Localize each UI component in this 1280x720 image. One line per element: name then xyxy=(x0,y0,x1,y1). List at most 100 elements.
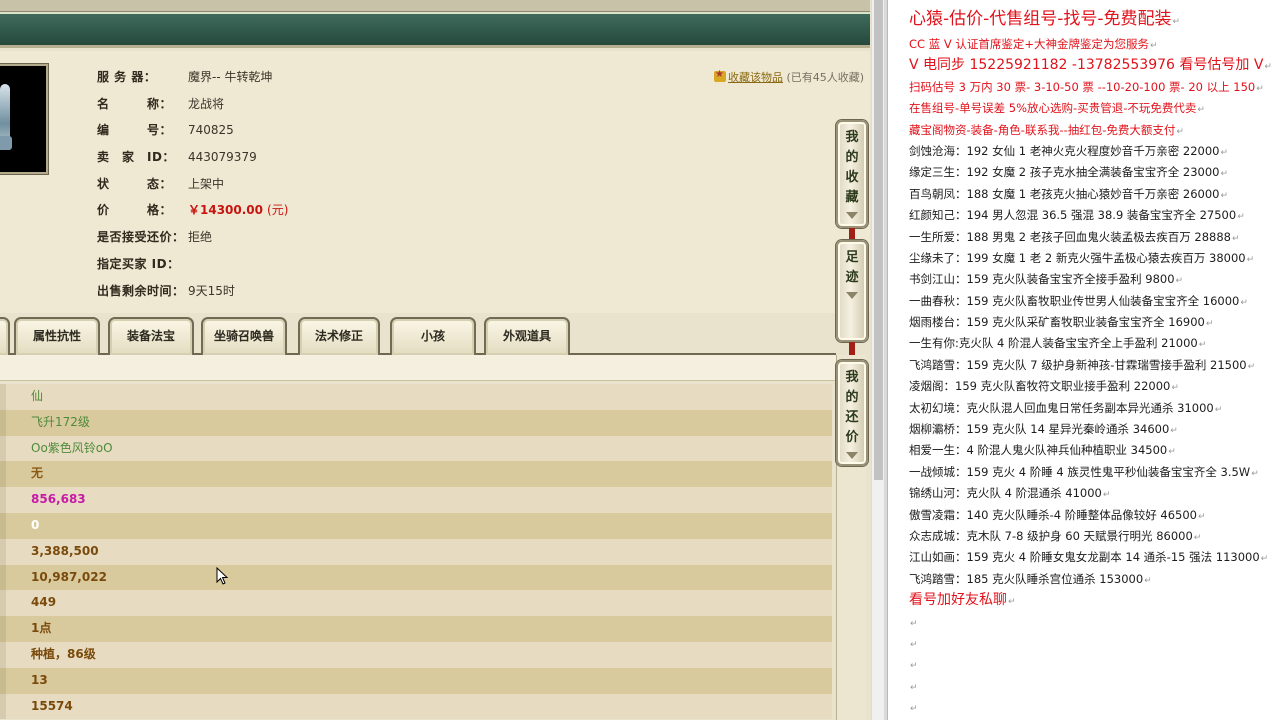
info-label: 价 格： xyxy=(97,203,173,217)
info-value: 魔界-- 牛转乾坤 xyxy=(188,69,272,85)
attribute-list: 仙飞升172级 Oo紫色风铃oO 无 856,683 0 3,388,500 10,987,… xyxy=(0,384,832,720)
note-text: 在售组号-单号误差 5%放心选购-买贵管退-不玩免费代卖 xyxy=(909,101,1197,116)
info-value-text: 443079379 xyxy=(188,150,257,164)
note-line: 缘定三生：192 女魔 2 孩子克水抽全满装备宝宝齐全 23000↵ xyxy=(909,162,1279,183)
attribute-value: 仙 xyxy=(31,389,44,403)
triangle-down-icon xyxy=(846,452,858,459)
page-scrollbar[interactable] xyxy=(871,0,884,720)
my-counter-offer-button[interactable]: 我的还价 xyxy=(836,360,868,466)
attribute-value: Oo紫色风铃oO xyxy=(31,440,113,455)
attribute-row: 3,388,500 xyxy=(0,538,832,565)
note-text: 书剑江山：159 克火队装备宝宝齐全接手盈利 9800 xyxy=(909,272,1175,287)
note-line: ↵ xyxy=(909,697,1279,718)
paragraph-mark-icon: ↵ xyxy=(1237,212,1245,223)
paragraph-mark-icon: ↵ xyxy=(1260,554,1269,565)
note-line: 剑蚀沧海：192 女仙 1 老神火克火程度妙音千万亲密 22000↵ xyxy=(909,141,1279,162)
note-line: 飞鸿踏雪：159 克火队 7 级护身新神孩-甘霖瑞雪接手盈利 21500↵ xyxy=(909,355,1279,376)
note-text: 飞鸿踏雪：159 克火队 7 级护身新神孩-甘霖瑞雪接手盈利 21500 xyxy=(909,357,1247,372)
paragraph-mark-icon: ↵ xyxy=(1193,532,1202,543)
button-connector xyxy=(849,228,855,240)
note-line: 凌烟阁：159 克火队畜牧符文职业接手盈利 22000↵ xyxy=(909,376,1279,397)
note-text: 烟雨楼台：159 克火队采矿畜牧职业装备宝宝齐全 16900 xyxy=(909,315,1205,330)
note-text: 一战倾城：159 克火 4 阶睡 4 族灵性鬼平秒仙装备宝宝齐全 3.5W xyxy=(909,464,1251,479)
attribute-value: 1点 xyxy=(31,621,52,636)
header-bar xyxy=(0,12,870,48)
note-text: 烟柳灞桥：159 克火队 14 星异光秦岭通杀 34600 xyxy=(909,422,1170,437)
side-button-char: 收 xyxy=(845,170,859,185)
paragraph-mark-icon: ↵ xyxy=(1251,468,1259,479)
note-text: 太初幻境：克火队混人回血鬼日常任务副本异光通杀 31000 xyxy=(909,400,1214,415)
note-text: 江山如画：159 克火 4 阶睡女鬼女龙副本 14 通杀-15 强法 11300… xyxy=(909,550,1260,565)
paragraph-mark-icon: ↵ xyxy=(1168,447,1176,458)
note-text: 凌烟阁：159 克火队畜牧符文职业接手盈利 22000 xyxy=(909,379,1171,394)
paragraph-mark-icon: ↵ xyxy=(1220,169,1229,180)
attribute-value: 无 xyxy=(31,466,44,481)
info-label: 编 号： xyxy=(97,123,173,137)
paragraph-mark-icon: ↵ xyxy=(1220,190,1229,201)
paragraph-mark-icon: ↵ xyxy=(1256,83,1264,94)
attribute-value: 856,683 xyxy=(31,492,86,507)
paragraph-mark-icon: ↵ xyxy=(1197,511,1206,522)
attribute-row: 10,987,022 xyxy=(0,564,832,591)
favorite-link[interactable]: 收藏该物品 xyxy=(728,71,783,84)
info-label: 是否接受还价： xyxy=(97,230,185,244)
note-line: ↵ xyxy=(909,612,1279,633)
info-label: 状 态： xyxy=(97,177,173,191)
info-value-text: 魔界-- 牛转乾坤 xyxy=(188,70,273,84)
paragraph-mark-icon: ↵ xyxy=(1264,62,1272,73)
tab-6[interactable]: 外观道具 xyxy=(484,317,570,355)
note-line: V 电同步 15225921182 -13782553976 看号估号加 V↵ xyxy=(909,55,1279,76)
note-line: ↵ xyxy=(909,676,1279,697)
info-value: 740825 xyxy=(188,122,234,138)
window-divider[interactable] xyxy=(884,0,888,720)
paragraph-mark-icon: ↵ xyxy=(1247,361,1256,372)
attribute-row: 1点 xyxy=(0,616,832,642)
paragraph-mark-icon: ↵ xyxy=(910,682,918,693)
note-text: 锦绣山河：克火队 4 阶混通杀 41000 xyxy=(909,486,1102,501)
tab-4[interactable]: 法术修正 xyxy=(298,317,380,355)
info-value: 443079379 xyxy=(188,149,257,165)
note-text: 藏宝阁物资-装备-角色-联系我--抽红包-免费大额支付 xyxy=(909,122,1176,137)
attribute-value: 飞升172级 xyxy=(31,414,90,429)
scrollbar-thumb[interactable] xyxy=(874,0,883,480)
side-button-char: 的 xyxy=(845,150,859,165)
side-button-char: 的 xyxy=(845,390,859,405)
note-text: 尘缘未了：199 女魔 1 老 2 新克火强牛孟极心猿去疾百万 38000 xyxy=(909,250,1246,265)
note-line: 众志成城：克木队 7-8 级护身 60 天赋景行明光 86000↵ xyxy=(909,526,1279,547)
note-line: 一生所爱：188 男鬼 2 老孩子回血鬼火装孟极去疾百万 28888↵ xyxy=(909,227,1279,248)
mouse-cursor-icon xyxy=(216,567,228,585)
attribute-value: 种植，86级 xyxy=(31,646,96,661)
tab-content-header xyxy=(0,355,836,381)
tab-1[interactable]: 属性抗性 xyxy=(14,317,100,355)
paragraph-mark-icon: ↵ xyxy=(910,704,918,715)
attribute-row: 15574 xyxy=(0,693,832,720)
side-button-char: 足 xyxy=(845,250,859,265)
side-button-char: 我 xyxy=(845,130,859,145)
side-button-char: 还 xyxy=(845,410,859,425)
note-line: 江山如画：159 克火 4 阶睡女鬼女龙副本 14 通杀-15 强法 11300… xyxy=(909,547,1279,568)
attribute-row: 种植，86级 xyxy=(0,641,832,668)
note-text: 剑蚀沧海：192 女仙 1 老神火克火程度妙音千万亲密 22000 xyxy=(909,143,1220,158)
note-line: 看号加好友私聊↵ xyxy=(909,590,1279,611)
note-line: 百鸟朝凤：188 女魔 1 老孩克火抽心猿妙音千万亲密 26000↵ xyxy=(909,184,1279,205)
notepad-document[interactable]: 心猿-估价-代售组号-找号-免费配装↵ CC 蓝 V 认证首席鉴定+大神金牌鉴定为… xyxy=(889,0,1280,720)
tab-2[interactable]: 装备法宝 xyxy=(108,317,194,355)
paragraph-mark-icon: ↵ xyxy=(1240,297,1248,308)
footprint-button[interactable]: 足迹 xyxy=(836,240,868,342)
info-label: 指定买家 ID： xyxy=(97,257,180,271)
paragraph-mark-icon: ↵ xyxy=(1197,105,1205,116)
paragraph-mark-icon: ↵ xyxy=(1214,404,1223,415)
my-favorites-button[interactable]: 我的收藏 xyxy=(836,120,868,228)
paragraph-mark-icon: ↵ xyxy=(1220,147,1229,158)
note-line: 相爱一生：4 阶混人鬼火队神兵仙种植职业 34500↵ xyxy=(909,440,1279,461)
info-value-text: 9天15时 xyxy=(188,284,235,298)
tab-partial[interactable] xyxy=(0,317,10,355)
tab-5[interactable]: 小孩 xyxy=(390,317,476,355)
favorite-star-icon xyxy=(714,69,726,82)
paragraph-mark-icon: ↵ xyxy=(1150,41,1158,51)
tab-3[interactable]: 坐骑召唤兽 xyxy=(201,317,287,355)
attribute-row: 449 xyxy=(0,590,832,617)
attribute-row: 0 xyxy=(0,512,832,539)
character-avatar xyxy=(0,63,49,175)
note-line: 在售组号-单号误差 5%放心选购-买贵管退-不玩免费代卖↵ xyxy=(909,98,1279,119)
